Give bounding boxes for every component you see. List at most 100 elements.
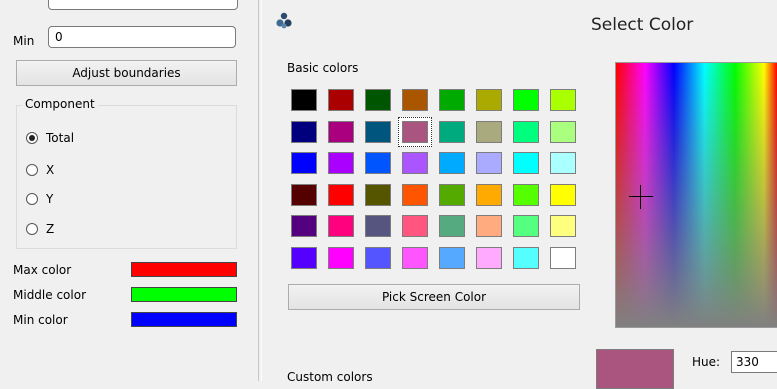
basic-color-cell[interactable] [509, 117, 546, 149]
radio-x[interactable]: X [26, 163, 54, 177]
basic-color-cell[interactable] [435, 211, 472, 243]
basic-color-swatch[interactable] [550, 183, 576, 206]
middle-color-swatch[interactable] [131, 287, 237, 302]
basic-color-swatch[interactable] [291, 246, 317, 269]
basic-color-swatch[interactable] [402, 152, 428, 174]
basic-color-swatch[interactable] [476, 89, 502, 111]
basic-color-cell[interactable] [361, 85, 398, 117]
basic-color-cell[interactable] [546, 211, 583, 243]
basic-color-cell[interactable] [398, 243, 435, 275]
basic-color-swatch[interactable] [476, 215, 502, 237]
basic-color-cell[interactable] [435, 243, 472, 275]
basic-color-swatch[interactable] [439, 246, 465, 269]
basic-color-cell[interactable] [324, 148, 361, 180]
basic-color-cell[interactable] [324, 85, 361, 117]
basic-color-cell[interactable] [361, 243, 398, 275]
basic-color-cell[interactable] [509, 180, 546, 212]
basic-color-cell[interactable] [398, 116, 435, 149]
basic-color-swatch[interactable] [476, 120, 502, 143]
basic-color-swatch[interactable] [365, 152, 391, 174]
basic-color-swatch[interactable] [291, 215, 317, 237]
basic-color-cell[interactable] [324, 180, 361, 212]
basic-color-swatch[interactable] [402, 89, 428, 111]
basic-color-swatch[interactable] [402, 215, 428, 237]
basic-color-cell[interactable] [287, 117, 324, 149]
basic-color-cell[interactable] [398, 85, 435, 117]
min-color-swatch[interactable] [131, 312, 237, 327]
basic-color-cell[interactable] [546, 117, 583, 149]
basic-color-swatch[interactable] [513, 120, 539, 143]
basic-color-swatch[interactable] [402, 246, 428, 269]
basic-color-cell[interactable] [287, 243, 324, 275]
basic-color-cell[interactable] [472, 85, 509, 117]
basic-color-swatch[interactable] [476, 152, 502, 174]
basic-color-swatch[interactable] [365, 89, 391, 111]
basic-color-cell[interactable] [287, 148, 324, 180]
basic-color-swatch[interactable] [476, 183, 502, 206]
basic-color-swatch[interactable] [439, 215, 465, 237]
basic-color-cell[interactable] [546, 148, 583, 180]
basic-color-cell[interactable] [287, 85, 324, 117]
basic-color-cell[interactable] [472, 180, 509, 212]
basic-color-cell[interactable] [361, 148, 398, 180]
basic-color-swatch[interactable] [328, 120, 354, 143]
basic-color-cell[interactable] [435, 85, 472, 117]
basic-color-swatch[interactable] [550, 215, 576, 237]
basic-color-swatch[interactable] [365, 246, 391, 269]
basic-color-cell[interactable] [361, 180, 398, 212]
basic-color-swatch[interactable] [291, 183, 317, 206]
basic-color-cell[interactable] [435, 180, 472, 212]
basic-color-swatch[interactable] [513, 183, 539, 206]
radio-unchecked-icon[interactable] [26, 223, 38, 235]
pick-screen-color-button[interactable]: Pick Screen Color [288, 284, 580, 310]
basic-color-swatch[interactable] [365, 215, 391, 237]
basic-color-cell[interactable] [324, 243, 361, 275]
basic-color-cell[interactable] [546, 243, 583, 275]
basic-color-swatch[interactable] [365, 183, 391, 206]
basic-color-swatch[interactable] [291, 89, 317, 111]
basic-color-cell[interactable] [509, 243, 546, 275]
basic-color-cell[interactable] [361, 211, 398, 243]
basic-color-swatch[interactable] [328, 183, 354, 206]
basic-color-swatch[interactable] [328, 246, 354, 269]
basic-color-cell[interactable] [287, 211, 324, 243]
basic-color-cell[interactable] [509, 85, 546, 117]
radio-unchecked-icon[interactable] [26, 193, 38, 205]
basic-color-swatch[interactable] [439, 152, 465, 174]
basic-color-swatch[interactable] [402, 120, 428, 143]
basic-color-swatch[interactable] [439, 120, 465, 143]
basic-color-cell[interactable] [472, 148, 509, 180]
max-color-swatch[interactable] [131, 262, 237, 277]
basic-color-swatch[interactable] [550, 246, 576, 269]
basic-color-cell[interactable] [509, 211, 546, 243]
basic-color-swatch[interactable] [550, 89, 576, 111]
basic-color-cell[interactable] [509, 148, 546, 180]
basic-color-swatch[interactable] [550, 120, 576, 143]
basic-color-swatch[interactable] [328, 215, 354, 237]
basic-color-swatch[interactable] [291, 152, 317, 174]
min-input[interactable]: 0 [48, 26, 236, 48]
basic-color-swatch[interactable] [513, 246, 539, 269]
basic-color-cell[interactable] [472, 211, 509, 243]
radio-unchecked-icon[interactable] [26, 164, 38, 176]
basic-color-cell[interactable] [361, 117, 398, 149]
basic-color-swatch[interactable] [439, 89, 465, 111]
radio-z[interactable]: Z [26, 222, 54, 236]
basic-color-swatch[interactable] [328, 152, 354, 174]
basic-color-cell[interactable] [546, 180, 583, 212]
basic-color-swatch[interactable] [291, 120, 317, 143]
radio-total[interactable]: Total [26, 131, 74, 145]
basic-color-swatch[interactable] [402, 183, 428, 206]
hue-input[interactable]: 330 [731, 351, 777, 373]
basic-color-cell[interactable] [398, 180, 435, 212]
basic-color-cell[interactable] [472, 117, 509, 149]
basic-color-swatch[interactable] [328, 89, 354, 111]
basic-color-swatch[interactable] [476, 246, 502, 269]
basic-color-swatch[interactable] [513, 152, 539, 174]
basic-color-cell[interactable] [398, 211, 435, 243]
basic-color-cell[interactable] [324, 211, 361, 243]
radio-y[interactable]: Y [26, 192, 53, 206]
basic-color-cell[interactable] [435, 117, 472, 149]
basic-color-swatch[interactable] [439, 183, 465, 206]
radio-checked-icon[interactable] [26, 132, 38, 144]
